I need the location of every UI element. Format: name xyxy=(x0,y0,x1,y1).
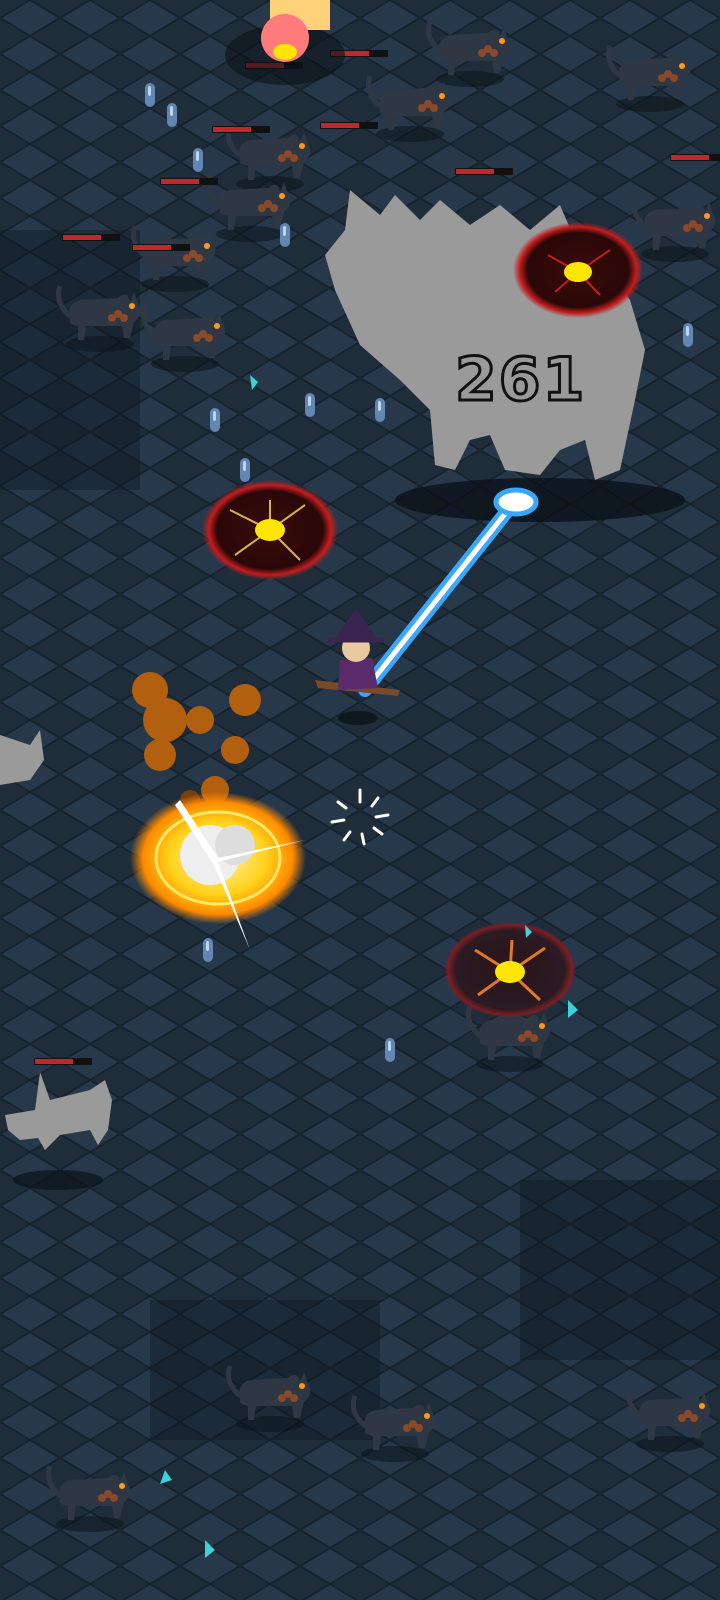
hp-bar xyxy=(160,178,218,185)
hp-bar xyxy=(132,244,190,251)
void-rift-low xyxy=(444,922,576,1018)
damage-number: 261 xyxy=(453,344,587,417)
void-rift-top xyxy=(513,222,643,318)
hp-bar xyxy=(62,234,120,241)
hp-bar xyxy=(212,126,270,133)
hp-bar xyxy=(34,1058,92,1065)
void-rift-mid xyxy=(202,480,338,580)
hp-bar xyxy=(455,168,513,175)
hp-bar xyxy=(670,154,720,161)
game-scene xyxy=(0,0,720,1600)
hp-bar xyxy=(320,122,378,129)
